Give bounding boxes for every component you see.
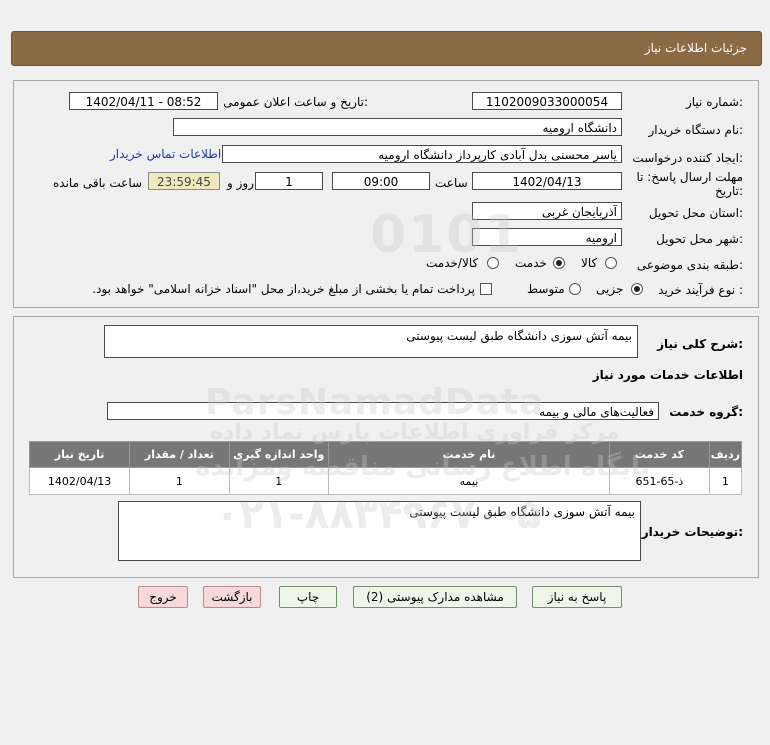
requester-label: ایجاد کننده درخواست: (632, 151, 743, 165)
days-label: روز و (227, 176, 254, 190)
need-number-field: 1102009033000054 (472, 92, 622, 110)
col-unit: واحد اندازه گیری (228, 441, 329, 468)
page-header: جزئیات اطلاعات نیاز (11, 31, 762, 66)
deadline-label: مهلت ارسال پاسخ: تا (636, 170, 743, 184)
process-radio-medium[interactable] (569, 283, 581, 295)
cell-service-name: بیمه (327, 467, 610, 495)
remaining-time-field: 23:59:45 (148, 172, 220, 190)
view-attachments-button[interactable]: مشاهده مدارک پیوستی (2) (353, 586, 517, 608)
col-row-number: ردیف (708, 441, 743, 468)
buyer-org-field: دانشگاه ارومیه (173, 118, 622, 136)
deadline-date-label: تاریخ: (715, 184, 743, 198)
treasury-note: پرداخت تمام یا بخشی از مبلغ خرید،از محل … (92, 282, 475, 296)
table-row: 1 ذ-65-651 بیمه 1 1 1402/04/13 (28, 467, 743, 495)
service-group-field: فعالیت‌های مالی و بیمه (107, 402, 659, 420)
buyer-notes-field: بیمه آتش سوزی دانشگاه طبق لیست پیوستی (118, 501, 641, 561)
col-service-code: کد خدمت (608, 441, 710, 468)
cell-service-code: ذ-65-651 (608, 467, 710, 495)
buyer-org-label: نام دستگاه خریدار: (648, 123, 744, 137)
col-service-name: نام خدمت (327, 441, 610, 468)
province-label: استان محل تحویل: (648, 206, 743, 220)
city-field: ارومیه (472, 228, 622, 246)
process-minor-label: جزیی (596, 282, 624, 296)
days-remaining-field: 1 (255, 172, 323, 190)
services-table-header: ردیف کد خدمت نام خدمت واحد اندازه گیری ت… (28, 441, 743, 468)
need-number-label: شماره نیاز: (685, 95, 743, 109)
col-need-date: تاریخ نیاز (28, 441, 131, 468)
reply-to-need-button[interactable]: پاسخ به نیاز (532, 586, 622, 608)
service-group-label: گروه خدمت: (669, 405, 743, 419)
print-button[interactable]: چاپ (279, 586, 337, 608)
requester-field: یاسر محسنی بدل آبادی کارپرداز دانشگاه ار… (222, 145, 622, 163)
buyer-notes-label: توضیحات خریدار: (641, 525, 743, 539)
category-label: طبقه بندی موضوعی: (636, 258, 743, 272)
city-label: شهر محل تحویل: (656, 232, 743, 246)
page-title: جزئیات اطلاعات نیاز (644, 41, 747, 55)
remaining-time-label: ساعت باقی مانده (53, 176, 143, 190)
process-type-label: نوع فرآیند خرید : (658, 283, 743, 297)
process-medium-label: متوسط (527, 282, 565, 296)
province-field: آذربایجان غربی (472, 202, 622, 220)
exit-button[interactable]: خروج (138, 586, 188, 608)
need-details-panel (13, 80, 759, 308)
category-goods-service-label: کالا/خدمت (426, 256, 479, 270)
cell-unit: 1 (228, 467, 329, 495)
category-service-label: خدمت (515, 256, 547, 270)
category-radio-goods[interactable] (605, 257, 617, 269)
deadline-time-label: ساعت (435, 176, 468, 190)
announce-datetime-field: 1402/04/11 - 08:52 (69, 92, 218, 110)
cell-need-date: 1402/04/13 (28, 467, 131, 495)
process-radio-minor[interactable] (631, 283, 643, 295)
col-quantity: تعداد / مقدار (129, 441, 230, 468)
category-radio-service[interactable] (553, 257, 565, 269)
deadline-time-field: 09:00 (332, 172, 430, 190)
treasury-checkbox[interactable] (480, 283, 492, 295)
cell-row-number: 1 (708, 467, 743, 495)
category-radio-goods-service[interactable] (487, 257, 499, 269)
need-summary-label: شرح کلی نیاز: (657, 337, 743, 351)
back-button[interactable]: بازگشت (203, 586, 261, 608)
deadline-date-field: 1402/04/13 (472, 172, 622, 190)
announce-datetime-label: تاریخ و ساعت اعلان عمومی: (223, 95, 368, 109)
services-table: ردیف کد خدمت نام خدمت واحد اندازه گیری ت… (28, 441, 743, 495)
need-summary-field: بیمه آتش سوزی دانشگاه طبق لیست پیوستی (104, 325, 638, 358)
services-heading: اطلاعات خدمات مورد نیاز (592, 368, 743, 382)
buyer-contact-link[interactable]: اطلاعات تماس خریدار (110, 147, 221, 161)
category-goods-label: کالا (581, 256, 598, 270)
cell-quantity: 1 (129, 467, 230, 495)
